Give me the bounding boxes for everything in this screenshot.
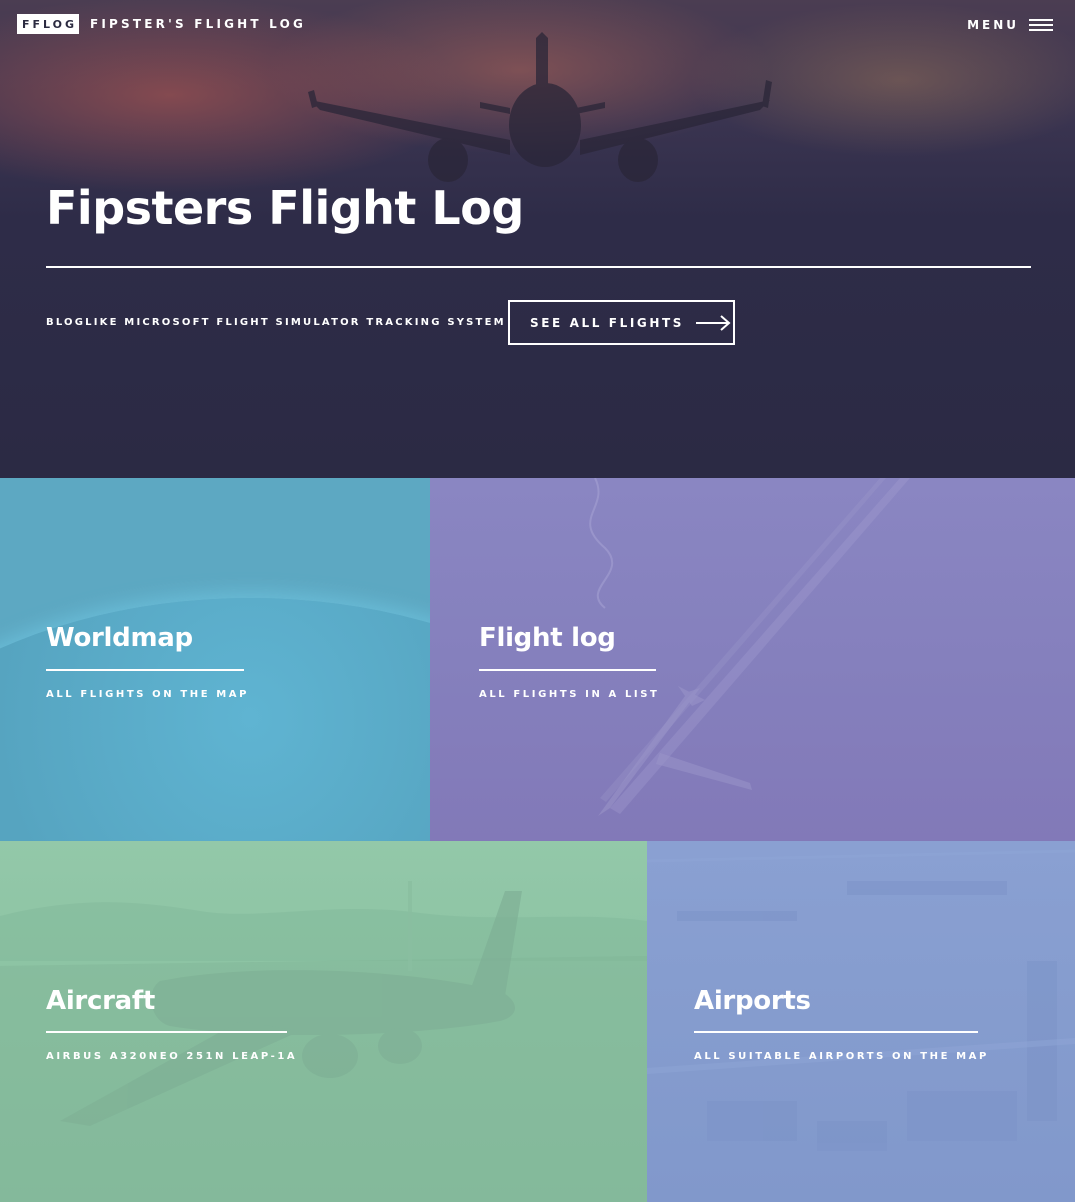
see-all-flights-label: SEE ALL FLIGHTS [530, 315, 685, 330]
tile-divider [46, 669, 244, 671]
menu-label: MENU [967, 18, 1019, 32]
logo[interactable]: FFLOG [17, 14, 79, 34]
tile-flight-log[interactable]: Flight log ALL FLIGHTS IN A LIST [430, 478, 1075, 841]
tile-subtitle: ALL SUITABLE AIRPORTS ON THE MAP [694, 1051, 989, 1062]
tile-subtitle: ALL FLIGHTS IN A LIST [479, 689, 660, 700]
tile-divider [694, 1031, 978, 1033]
hamburger-icon [1029, 19, 1053, 31]
airplane-background-image [308, 32, 772, 182]
tile-title: Aircraft [46, 986, 155, 1016]
tile-subtitle: ALL FLIGHTS ON THE MAP [46, 689, 250, 700]
site-name[interactable]: FIPSTER'S FLIGHT LOG [90, 17, 306, 31]
tile-title: Worldmap [46, 623, 193, 653]
tile-divider [46, 1031, 287, 1033]
airplane-contrail-background-image [589, 478, 910, 816]
tile-airports[interactable]: Airports ALL SUITABLE AIRPORTS ON THE MA… [647, 841, 1075, 1202]
tile-title: Airports [694, 986, 811, 1016]
page-subtitle: BLOGLIKE MICROSOFT FLIGHT SIMULATOR TRAC… [46, 317, 506, 328]
tile-subtitle: AIRBUS A320NEO 251N LEAP-1A [46, 1051, 298, 1062]
tile-divider [479, 669, 656, 671]
see-all-flights-button[interactable]: SEE ALL FLIGHTS [508, 300, 735, 345]
tile-worldmap[interactable]: Worldmap ALL FLIGHTS ON THE MAP [0, 478, 430, 841]
tile-title: Flight log [479, 623, 616, 653]
page-title: Fipsters Flight Log [46, 181, 524, 235]
menu-button[interactable]: MENU [967, 16, 1053, 34]
title-divider [46, 266, 1031, 268]
aircraft-background-image [0, 881, 647, 1202]
tile-aircraft[interactable]: Aircraft AIRBUS A320NEO 251N LEAP-1A [0, 841, 647, 1202]
top-navigation-bar: FFLOG FIPSTER'S FLIGHT LOG MENU [0, 0, 1075, 50]
arrow-right-icon [696, 314, 731, 331]
airport-aerial-background-image [647, 849, 1075, 1151]
hero-banner: FFLOG FIPSTER'S FLIGHT LOG MENU Fipsters… [0, 0, 1075, 478]
